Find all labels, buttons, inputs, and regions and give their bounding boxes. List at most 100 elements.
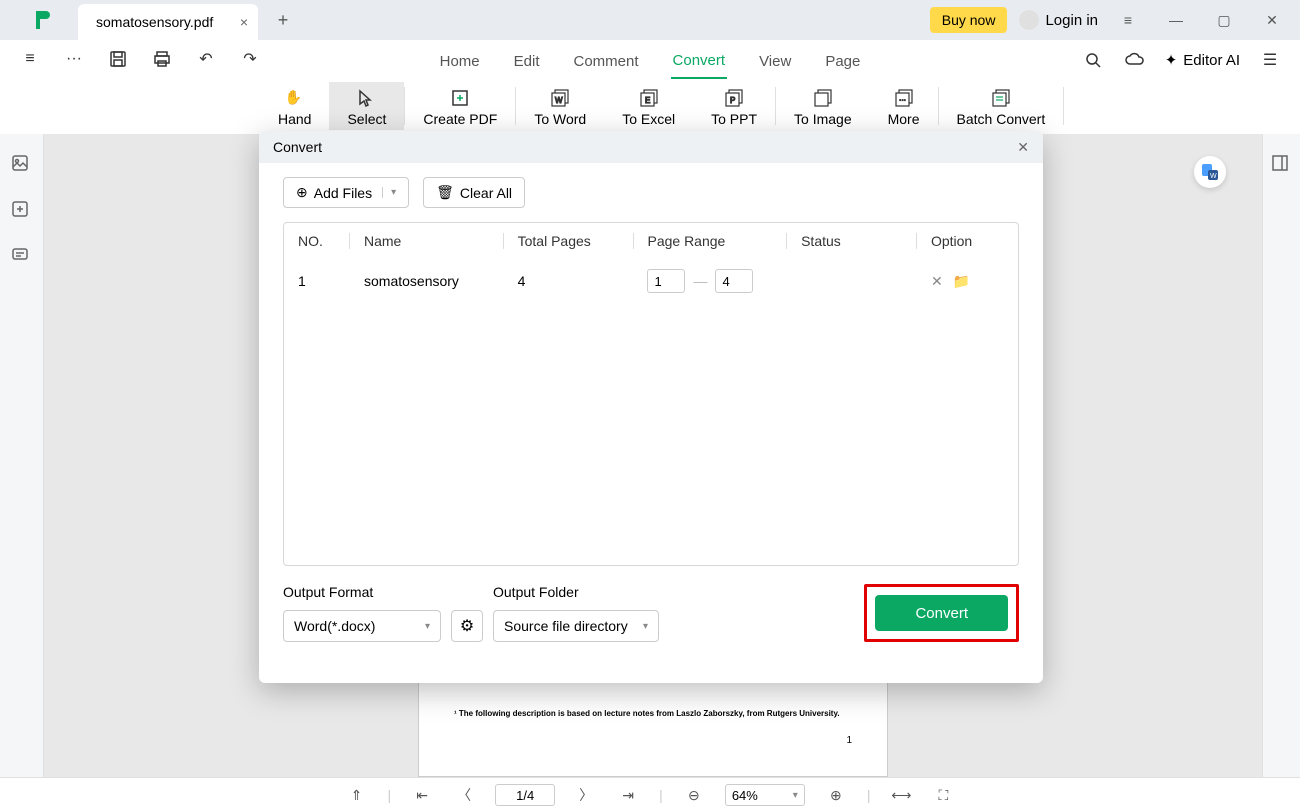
- menu-page[interactable]: Page: [823, 45, 862, 78]
- create-pdf-icon: [450, 89, 470, 107]
- left-sidebar: [0, 134, 44, 777]
- range-to-input[interactable]: [715, 269, 753, 293]
- doc-footnote: ¹ The following description is based on …: [454, 709, 840, 718]
- ribbon-create-pdf[interactable]: Create PDF: [405, 82, 515, 130]
- convert-button-highlight: Convert: [864, 584, 1019, 642]
- hamburger-icon[interactable]: ≡: [1110, 5, 1146, 35]
- spacer: [349, 273, 350, 289]
- fit-width-icon[interactable]: ⟷: [890, 784, 912, 806]
- chevron-down-icon: ▾: [425, 621, 430, 632]
- separator: [1063, 87, 1064, 125]
- spacer: [786, 273, 787, 289]
- output-folder-group: Output Folder Source file directory ▾: [493, 584, 659, 642]
- row-name: somatosensory: [364, 273, 503, 289]
- ribbon-more[interactable]: ··· More: [870, 82, 938, 130]
- spacer: [916, 273, 917, 289]
- last-page-icon[interactable]: ⇥: [617, 784, 639, 806]
- menu-edit[interactable]: Edit: [512, 45, 542, 78]
- modal-toolbar: ⊕ Add Files ▾ 🗑 Clear All: [259, 163, 1043, 222]
- ribbon-select[interactable]: Select: [329, 82, 404, 130]
- remove-file-icon[interactable]: ✕: [931, 273, 943, 290]
- convert-button[interactable]: Convert: [875, 595, 1008, 631]
- zoom-out-icon[interactable]: ⊖: [683, 784, 705, 806]
- ribbon-more-label: More: [888, 111, 920, 127]
- zoom-select[interactable]: 64% ▾: [725, 784, 805, 806]
- open-folder-icon[interactable]: 📁: [953, 273, 970, 290]
- header-name: Name: [364, 233, 503, 249]
- separator: [349, 233, 350, 249]
- editor-ai-button[interactable]: ✦ Editor AI: [1165, 51, 1240, 69]
- menu-convert[interactable]: Convert: [671, 44, 728, 79]
- separator: |: [659, 787, 663, 803]
- menu-home[interactable]: Home: [438, 45, 482, 78]
- clear-all-button[interactable]: 🗑 Clear All: [423, 177, 525, 208]
- ribbon-to-excel[interactable]: E To Excel: [604, 82, 693, 130]
- search-icon[interactable]: [1081, 48, 1105, 72]
- page-input[interactable]: [495, 784, 555, 806]
- ribbon: ✋ Hand Select Create PDF W To Word E To …: [0, 82, 1300, 134]
- separator: [503, 233, 504, 249]
- gear-icon: ⚙: [460, 616, 474, 636]
- ribbon-to-word[interactable]: W To Word: [516, 82, 604, 130]
- thumbnail-icon[interactable]: [11, 154, 33, 176]
- to-word-icon: W: [550, 89, 570, 107]
- tab-close-icon[interactable]: ×: [240, 14, 248, 30]
- scroll-top-icon[interactable]: ⇑: [346, 784, 368, 806]
- spacer: [503, 273, 504, 289]
- ribbon-create-pdf-label: Create PDF: [423, 111, 497, 127]
- svg-text:P: P: [730, 96, 735, 105]
- ribbon-batch-convert[interactable]: Batch Convert: [939, 82, 1064, 130]
- new-tab-button[interactable]: +: [268, 5, 298, 35]
- separator: [916, 233, 917, 249]
- expand-panel-icon[interactable]: [1271, 154, 1293, 176]
- convert-modal: Convert ✕ ⊕ Add Files ▾ 🗑 Clear All NO. …: [259, 131, 1043, 683]
- bookmark-add-icon[interactable]: [11, 200, 33, 222]
- login-button[interactable]: Login in: [1019, 10, 1098, 30]
- minimize-button[interactable]: —: [1158, 5, 1194, 35]
- output-format-select[interactable]: Word(*.docx) ▾: [283, 610, 441, 642]
- range-dash: —: [693, 273, 707, 289]
- ribbon-to-ppt[interactable]: P To PPT: [693, 82, 775, 130]
- svg-text:E: E: [645, 96, 650, 105]
- header-no: NO.: [298, 233, 349, 249]
- first-page-icon[interactable]: ⇤: [411, 784, 433, 806]
- doc-page-number: 1: [846, 735, 852, 746]
- ribbon-to-excel-label: To Excel: [622, 111, 675, 127]
- svg-text:W: W: [555, 96, 563, 105]
- modal-close-icon[interactable]: ✕: [1017, 139, 1029, 156]
- cloud-icon[interactable]: [1123, 48, 1147, 72]
- menu-comment[interactable]: Comment: [572, 45, 641, 78]
- file-table: NO. Name Total Pages Page Range Status O…: [283, 222, 1019, 566]
- maximize-button[interactable]: ▢: [1206, 5, 1242, 35]
- clear-all-label: Clear All: [460, 185, 512, 201]
- menu-view[interactable]: View: [757, 45, 793, 78]
- tab-file[interactable]: somatosensory.pdf ×: [78, 4, 258, 40]
- floating-word-button[interactable]: W: [1194, 156, 1226, 188]
- table-row: 1 somatosensory 4 — ✕ 📁: [284, 259, 1018, 303]
- prev-page-icon[interactable]: 〈: [453, 784, 475, 806]
- range-from-input[interactable]: [647, 269, 685, 293]
- header-page-range: Page Range: [647, 233, 786, 249]
- trash-icon: 🗑: [436, 184, 454, 201]
- zoom-in-icon[interactable]: ⊕: [825, 784, 847, 806]
- header-option: Option: [931, 233, 1004, 249]
- caret-down-icon: ▾: [793, 790, 798, 801]
- output-folder-select[interactable]: Source file directory ▾: [493, 610, 659, 642]
- output-format-value: Word(*.docx): [294, 618, 375, 634]
- ribbon-hand-label: Hand: [278, 111, 311, 127]
- spacer: [633, 273, 634, 289]
- batch-convert-icon: [991, 89, 1011, 107]
- chevron-down-icon[interactable]: ▾: [382, 187, 396, 198]
- ribbon-hand[interactable]: ✋ Hand: [260, 82, 329, 130]
- collapse-icon[interactable]: ☰: [1258, 48, 1282, 72]
- fullscreen-icon[interactable]: ⛶: [932, 784, 954, 806]
- ribbon-to-image[interactable]: To Image: [776, 82, 870, 130]
- comment-panel-icon[interactable]: [11, 246, 33, 268]
- chevron-down-icon: ▾: [643, 621, 648, 632]
- add-files-button[interactable]: ⊕ Add Files ▾: [283, 177, 409, 208]
- close-window-button[interactable]: ✕: [1254, 5, 1290, 35]
- settings-button[interactable]: ⚙: [451, 610, 483, 642]
- right-sidebar: [1262, 134, 1300, 777]
- buy-now-button[interactable]: Buy now: [930, 7, 1008, 33]
- next-page-icon[interactable]: 〉: [575, 784, 597, 806]
